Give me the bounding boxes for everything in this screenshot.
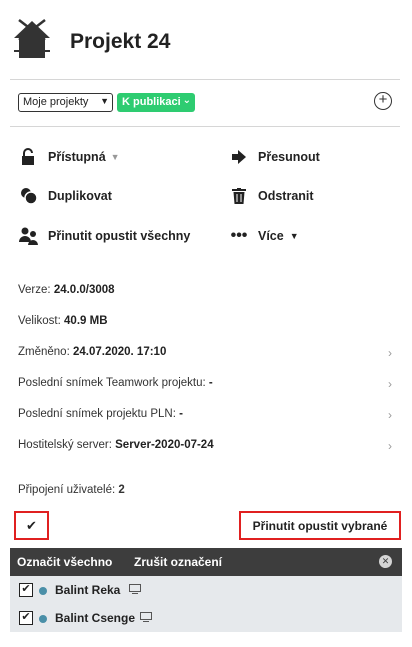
force-leave-selected-button[interactable]: Přinutit opustit vybrané: [239, 511, 401, 540]
size-label: Velikost:: [18, 315, 61, 327]
status-dot: [39, 587, 47, 595]
publish-filter-button[interactable]: K publikaci ⌄: [117, 93, 195, 112]
user-name: Balint Reka: [55, 583, 121, 597]
project-header: Projekt 24: [10, 14, 402, 78]
computer-icon: [129, 584, 141, 594]
user-checkbox[interactable]: ✔: [19, 583, 33, 597]
project-filter-select[interactable]: Moje projekty ▼: [18, 93, 113, 112]
connected-users-count: 2: [118, 484, 125, 496]
chevron-right-icon: ›: [388, 346, 392, 360]
more-dropdown[interactable]: ••• Více ▼: [228, 226, 299, 246]
add-button[interactable]: +: [374, 92, 392, 110]
modified-label: Změněno:: [18, 346, 70, 358]
list-item[interactable]: ✔ Balint Csenge: [10, 604, 402, 632]
filter-divider: [10, 126, 400, 127]
size-value: 40.9 MB: [64, 315, 108, 327]
trash-icon: [228, 187, 250, 205]
access-dropdown[interactable]: Přístupná ▼: [18, 147, 120, 167]
teamwork-snapshot-label: Poslední snímek Teamwork projektu:: [18, 377, 206, 389]
chevron-right-icon: ›: [388, 408, 392, 422]
selection-toolbar: Označit všechno Zrušit označení ✕: [10, 548, 402, 576]
caret-down-icon: ▼: [289, 231, 299, 241]
arrow-right-icon: [228, 148, 250, 166]
home-icon: [14, 19, 50, 58]
unlock-icon: [18, 148, 40, 166]
chevron-right-icon: ›: [388, 377, 392, 391]
list-item[interactable]: ✔ Balint Reka: [10, 576, 402, 604]
host-server-value: Server-2020-07-24: [115, 439, 214, 451]
size-row: Velikost: 40.9 MB: [18, 315, 394, 333]
filter-row: Moje projekty ▼ K publikaci ⌄ +: [18, 92, 394, 114]
ellipsis-icon: •••: [230, 227, 248, 244]
user-name: Balint Csenge: [55, 611, 136, 625]
close-icon[interactable]: ✕: [379, 555, 392, 568]
duplicate-button[interactable]: Duplikovat: [18, 186, 112, 206]
modified-row[interactable]: Změněno: 24.07.2020. 17:10 ›: [18, 346, 394, 364]
host-server-row[interactable]: Hostitelský server: Server-2020-07-24 ›: [18, 439, 394, 457]
pln-snapshot-row[interactable]: Poslední snímek projektu PLN: - ›: [18, 408, 394, 426]
user-list: ✔ Balint Reka ✔ Balint Csenge: [10, 576, 402, 632]
move-label: Přesunout: [258, 150, 320, 164]
deselect-button[interactable]: Zrušit označení: [134, 555, 222, 569]
version-value: 24.0.0/3008: [53, 284, 115, 296]
users-icon: [18, 227, 40, 245]
delete-button[interactable]: Odstranit: [228, 186, 314, 206]
project-filter-label: Moje projekty: [23, 96, 89, 108]
caret-down-icon: ▼: [110, 152, 120, 162]
teamwork-snapshot-value: -: [208, 377, 213, 389]
teamwork-snapshot-row[interactable]: Poslední snímek Teamwork projektu: - ›: [18, 377, 394, 395]
chevron-down-icon: ▼: [100, 96, 109, 106]
connected-users-text: Připojení uživatelé:: [18, 484, 116, 496]
chevron-right-icon: ›: [388, 439, 392, 453]
more-label: Více: [258, 229, 284, 243]
version-label: Verze:: [18, 284, 51, 296]
publish-filter-label: K publikaci: [122, 96, 181, 108]
force-leave-all-button[interactable]: Přinutit opustit všechny: [18, 226, 190, 246]
header-divider: [10, 79, 400, 80]
version-row: Verze: 24.0.0/3008: [18, 284, 394, 302]
pln-snapshot-label: Poslední snímek projektu PLN:: [18, 408, 176, 420]
chevron-down-icon: ⌄: [182, 95, 191, 106]
move-button[interactable]: Přesunout: [228, 147, 320, 167]
duplicate-icon: [18, 187, 40, 205]
access-label: Přístupná: [48, 150, 106, 164]
user-checkbox[interactable]: ✔: [19, 611, 33, 625]
computer-icon: [140, 612, 152, 622]
force-leave-all-label: Přinutit opustit všechny: [48, 229, 191, 243]
modified-value: 24.07.2020. 17:10: [72, 346, 167, 358]
pln-snapshot-value: -: [179, 408, 183, 420]
connected-users-label: Připojení uživatelé: 2: [18, 484, 125, 496]
duplicate-label: Duplikovat: [48, 189, 112, 203]
status-dot: [39, 615, 47, 623]
select-all-button[interactable]: Označit všechno: [17, 555, 112, 569]
delete-label: Odstranit: [258, 189, 314, 203]
host-server-label: Hostitelský server:: [18, 439, 112, 451]
page-title: Projekt 24: [70, 30, 171, 53]
check-all-toggle[interactable]: ✔: [14, 511, 49, 540]
